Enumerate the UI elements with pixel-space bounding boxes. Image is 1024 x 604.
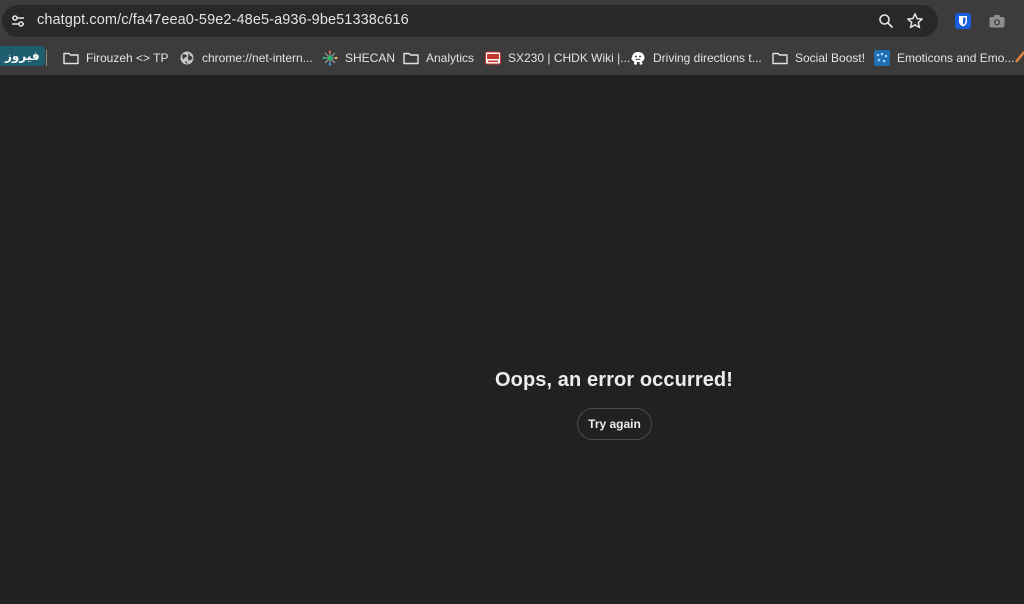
page-content: Oops, an error occurred! Try again [0, 75, 1024, 604]
folder-icon [403, 50, 419, 66]
shecan-icon [322, 50, 338, 66]
bookmark-shecan[interactable]: SHECAN [322, 47, 395, 69]
bitwarden-extension-icon[interactable] [952, 10, 974, 32]
error-title: Oops, an error occurred! [494, 369, 733, 391]
emoticons-site-icon [874, 50, 890, 66]
bookmark-sx230-chdk-wiki[interactable]: SX230 | CHDK Wiki |... [485, 47, 630, 69]
bookmark-label: Emoticons and Emo... [897, 51, 1015, 65]
address-bar[interactable]: chatgpt.com/c/fa47eea0-59e2-48e5-a936-9b… [2, 5, 938, 37]
bookmark-label: Analytics [426, 51, 475, 65]
folder-icon [63, 50, 79, 66]
bookmark-emoticons[interactable]: Emoticons and Emo... [874, 47, 1014, 69]
bookmark-firouzeh-app[interactable]: فیروز [0, 46, 45, 66]
folder-icon [772, 50, 788, 66]
bookmark-star-icon[interactable] [905, 11, 925, 31]
bookmark-label: SX230 | CHDK Wiki |... [508, 51, 631, 65]
site-info-icon[interactable] [6, 9, 30, 33]
bookmark-label: Social Boost! [795, 51, 866, 65]
bookmarks-bar: فیروز Firouzeh <> TP chrome://net-intern… [0, 42, 1024, 75]
zoom-icon[interactable] [876, 11, 896, 31]
bookmarks-separator [46, 50, 47, 66]
overflow-bookmark-icon[interactable] [1014, 50, 1024, 63]
bookmark-analytics[interactable]: Analytics [403, 47, 474, 69]
bookmark-label: Driving directions t... [653, 51, 762, 65]
browser-toolbar: chatgpt.com/c/fa47eea0-59e2-48e5-a936-9b… [0, 0, 1024, 42]
bookmark-label: Firouzeh <> TP [86, 51, 169, 65]
try-again-button[interactable]: Try again [577, 408, 652, 440]
globe-icon [179, 50, 195, 66]
bookmark-chrome-net-internals[interactable]: chrome://net-intern... [179, 47, 313, 69]
url-text[interactable]: chatgpt.com/c/fa47eea0-59e2-48e5-a936-9b… [37, 12, 409, 28]
bookmark-label: chrome://net-intern... [202, 51, 313, 65]
waze-icon [630, 50, 646, 66]
bookmark-label: فیروز [5, 49, 40, 63]
bookmark-driving-directions[interactable]: Driving directions t... [630, 47, 762, 69]
bookmark-firouzeh-tp[interactable]: Firouzeh <> TP [63, 47, 169, 69]
bookmark-label: SHECAN [345, 51, 396, 65]
bookmark-social-boost[interactable]: Social Boost! [772, 47, 865, 69]
chdk-icon [485, 50, 501, 66]
camera-extension-icon[interactable] [986, 10, 1008, 32]
